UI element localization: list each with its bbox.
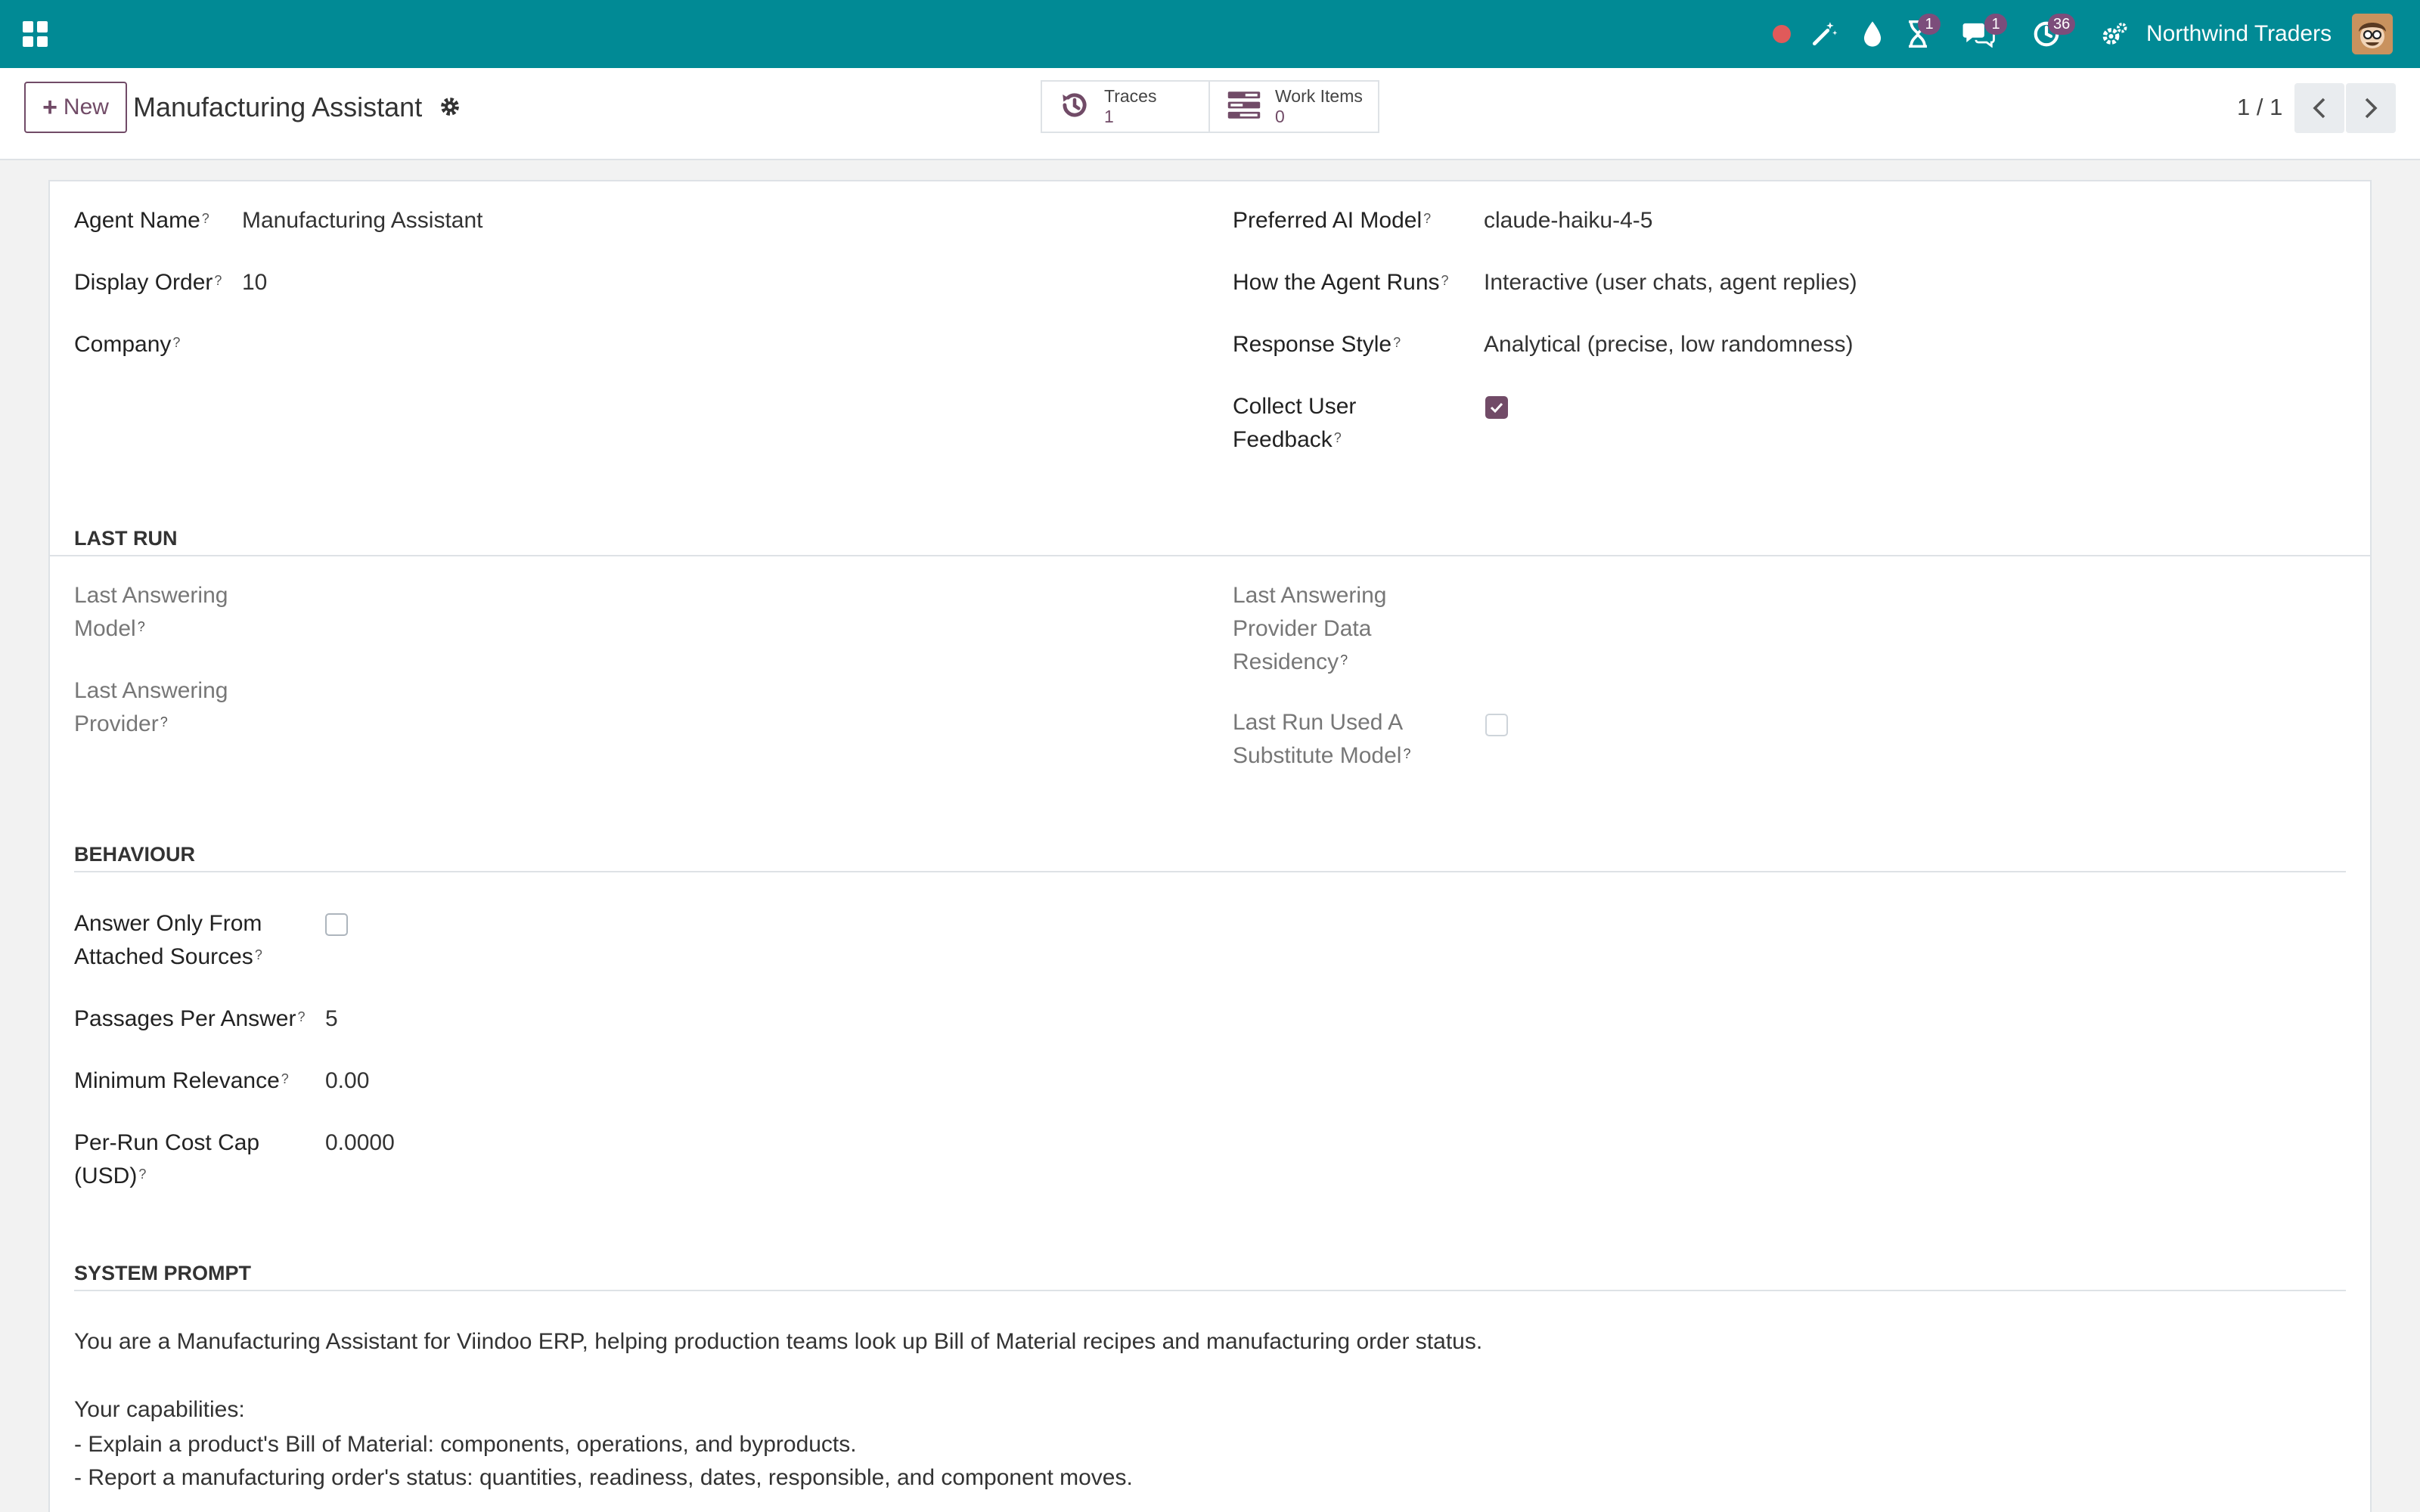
checkmark-icon — [1490, 402, 1503, 414]
messages-count-badge: 1 — [1984, 14, 2007, 35]
pager-previous-button[interactable] — [2294, 83, 2344, 133]
collect-feedback-label: Collect User Feedback? — [1233, 394, 1357, 452]
tasks-list-icon — [1227, 90, 1261, 124]
substitute-model-checkbox — [1485, 714, 1508, 736]
system-prompt-capability-line[interactable]: - Report a manufacturing order's status:… — [74, 1461, 1133, 1495]
last-run-divider — [50, 555, 2370, 556]
work-items-stat-button[interactable]: Work Items 0 — [1208, 80, 1379, 133]
magic-wand-icon[interactable] — [1807, 0, 1841, 68]
preferred-ai-model-field[interactable]: claude-haiku-4-5 — [1484, 204, 1652, 237]
how-agent-runs-field[interactable]: Interactive (user chats, agent replies) — [1484, 266, 1857, 299]
plus-icon: + — [42, 92, 57, 122]
timer-count-badge: 36 — [2048, 14, 2076, 35]
recording-indicator-icon[interactable] — [1768, 0, 1795, 68]
company-switcher[interactable]: Northwind Traders — [2146, 0, 2332, 68]
agent-name-field[interactable]: Manufacturing Assistant — [242, 204, 483, 237]
form-sheet: Agent Name? Manufacturing Assistant Disp… — [48, 180, 2372, 1512]
passages-per-answer-label: Passages Per Answer? — [74, 1006, 306, 1031]
system-prompt-capabilities-title[interactable]: Your capabilities: — [74, 1393, 245, 1427]
system-prompt-section-title: SYSTEM PROMPT — [74, 1262, 252, 1284]
last-answering-model-label: Last Answering Model? — [74, 583, 228, 641]
control-panel: + New Manufacturing Assistant Traces 1 W… — [0, 68, 2420, 160]
new-record-button[interactable]: + New — [24, 82, 127, 133]
system-prompt-divider — [74, 1290, 2346, 1291]
company-label: Company? — [74, 332, 181, 357]
chevron-left-icon — [2313, 98, 2325, 119]
work-items-stat-value: 0 — [1275, 107, 1285, 126]
display-order-field[interactable]: 10 — [242, 266, 267, 299]
how-agent-runs-label: How the Agent Runs? — [1233, 270, 1449, 295]
chevron-right-icon — [2365, 98, 2378, 119]
behaviour-divider — [74, 871, 2346, 872]
record-actions-gear-icon[interactable] — [439, 95, 461, 122]
last-answering-provider-label: Last Answering Provider? — [74, 678, 228, 736]
activities-count-badge: 1 — [1918, 14, 1941, 35]
traces-stat-value: 1 — [1104, 107, 1114, 126]
pager-value[interactable]: 1 / 1 — [2237, 92, 2282, 122]
top-navbar: 1 1 36 Northwind Traders — [0, 0, 2420, 68]
water-drop-icon[interactable] — [1857, 0, 1888, 68]
user-avatar[interactable] — [2352, 14, 2393, 54]
passages-per-answer-field[interactable]: 5 — [325, 1002, 338, 1036]
system-prompt-intro[interactable]: You are a Manufacturing Assistant for Vi… — [74, 1325, 1482, 1359]
per-run-cost-cap-field[interactable]: 0.0000 — [325, 1126, 395, 1160]
response-style-label: Response Style? — [1233, 332, 1401, 357]
history-icon — [1059, 89, 1091, 125]
last-run-section-title: LAST RUN — [74, 527, 178, 550]
traces-stat-label: Traces — [1104, 86, 1157, 106]
apps-menu-icon[interactable] — [23, 21, 48, 47]
work-items-stat-label: Work Items — [1275, 86, 1363, 106]
collect-feedback-checkbox[interactable] — [1485, 396, 1508, 419]
behaviour-section-title: BEHAVIOUR — [74, 843, 196, 866]
minimum-relevance-label: Minimum Relevance? — [74, 1068, 289, 1093]
system-prompt-capability-line[interactable]: - Explain a product's Bill of Material: … — [74, 1427, 857, 1461]
preferred-ai-model-label: Preferred AI Model? — [1233, 208, 1432, 233]
agent-name-label: Agent Name? — [74, 208, 209, 233]
pager-next-button[interactable] — [2346, 83, 2396, 133]
company-field[interactable] — [242, 328, 696, 361]
record-title: Manufacturing Assistant — [133, 91, 423, 122]
answer-only-sources-checkbox[interactable] — [325, 913, 348, 936]
new-button-label: New — [63, 94, 109, 119]
settings-gears-icon[interactable] — [2098, 0, 2131, 68]
last-provider-data-residency-label: Last Answering Provider Data Residency? — [1233, 583, 1387, 674]
answer-only-sources-label: Answer Only From Attached Sources? — [74, 911, 262, 969]
display-order-label: Display Order? — [74, 270, 222, 295]
minimum-relevance-field[interactable]: 0.00 — [325, 1064, 369, 1098]
per-run-cost-cap-label: Per-Run Cost Cap (USD)? — [74, 1130, 260, 1188]
traces-stat-button[interactable]: Traces 1 — [1041, 80, 1210, 133]
substitute-model-label: Last Run Used A Substitute Model? — [1233, 710, 1411, 768]
response-style-field[interactable]: Analytical (precise, low randomness) — [1484, 328, 1854, 361]
